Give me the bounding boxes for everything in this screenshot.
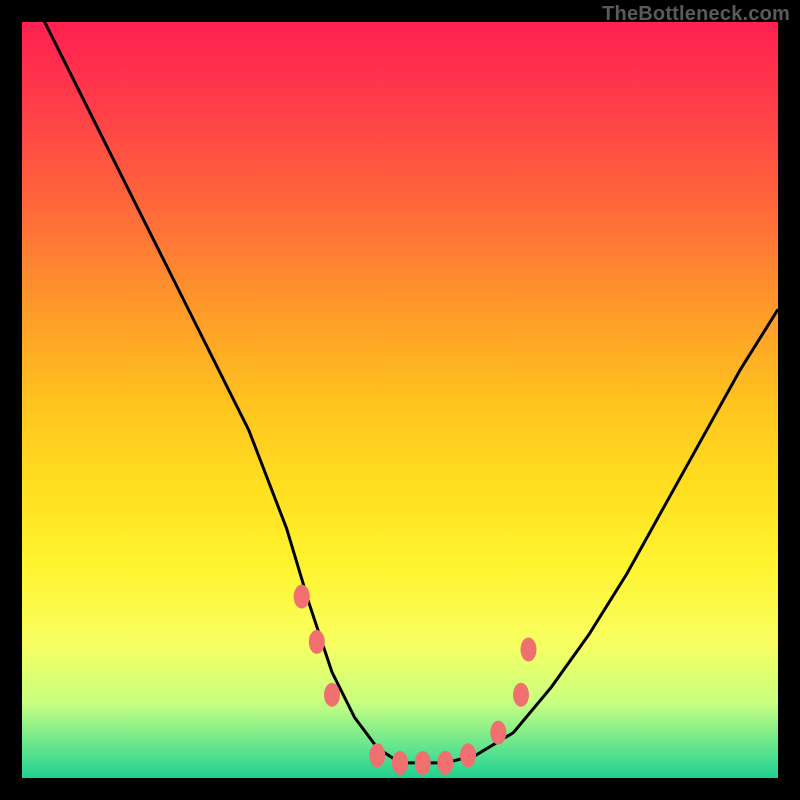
curve-marker <box>490 721 506 745</box>
curve-marker <box>324 683 340 707</box>
curve-marker <box>513 683 529 707</box>
watermark-text: TheBottleneck.com <box>602 3 790 26</box>
plot-area <box>22 22 778 778</box>
curve-marker <box>437 751 453 775</box>
curve-svg <box>22 22 778 778</box>
curve-markers <box>294 585 537 775</box>
curve-marker <box>521 638 537 662</box>
bottleneck-curve <box>22 0 778 763</box>
curve-marker <box>369 743 385 767</box>
curve-marker <box>460 743 476 767</box>
curve-marker <box>415 751 431 775</box>
curve-marker <box>309 630 325 654</box>
curve-marker <box>392 751 408 775</box>
curve-marker <box>294 585 310 609</box>
chart-frame: TheBottleneck.com <box>0 0 800 800</box>
